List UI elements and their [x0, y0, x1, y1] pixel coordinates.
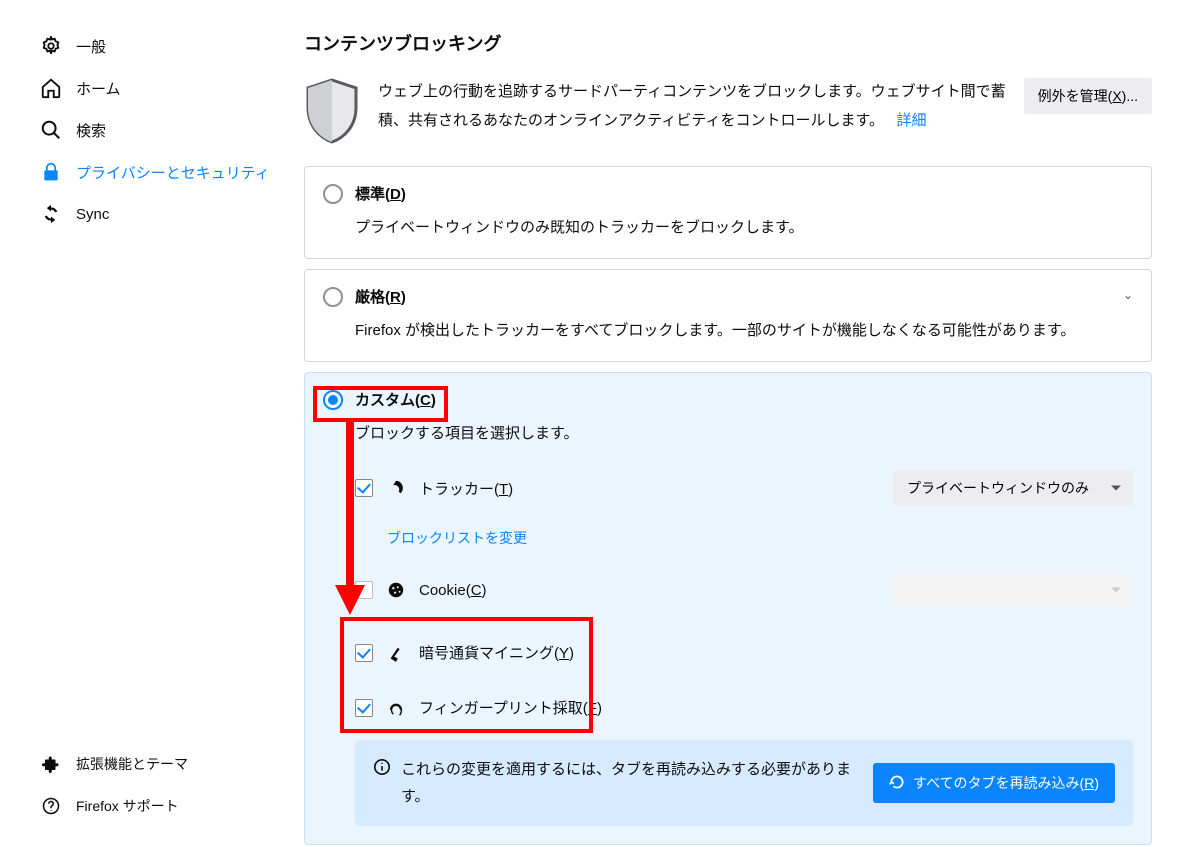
fingerprinting-label: フィンガープリント採取(F) — [419, 697, 602, 718]
sidebar-item-label: 検索 — [76, 120, 106, 141]
custom-panel: カスタム(C) ブロックする項目を選択します。 トラッカー(T) プライベートウ… — [304, 372, 1152, 845]
gear-icon — [40, 35, 62, 57]
cookies-label: Cookie(C) — [419, 582, 487, 599]
trackers-label: トラッカー(T) — [419, 478, 513, 499]
sidebar-item-label: Sync — [76, 206, 109, 223]
sidebar-item-label: ホーム — [76, 78, 121, 99]
chevron-down-icon: ⌄ — [1123, 288, 1133, 302]
change-blocklist-link[interactable]: ブロックリストを変更 — [387, 530, 527, 546]
sidebar-item-privacy[interactable]: プライバシーとセキュリティ — [40, 151, 280, 193]
sidebar-item-label: 拡張機能とテーマ — [76, 754, 188, 774]
checkbox-fingerprinting[interactable] — [355, 699, 373, 717]
sidebar-item-label: Firefox サポート — [76, 796, 179, 816]
help-icon — [40, 795, 62, 817]
cryptomining-label: 暗号通貨マイニング(Y) — [419, 642, 574, 663]
standard-title: 標準(D) — [355, 183, 406, 204]
shield-icon — [304, 78, 360, 144]
sidebar-item-general[interactable]: 一般 — [40, 25, 280, 67]
trackers-row: トラッカー(T) プライベートウィンドウのみ — [355, 460, 1133, 516]
reload-text: これらの変更を適用するには、タブを再読み込みする必要があります。 — [401, 756, 859, 810]
standard-desc: プライベートウィンドウのみ既知のトラッカーをブロックします。 — [355, 216, 1133, 240]
strict-title: 厳格(R) — [355, 286, 406, 307]
detail-link[interactable]: 詳細 — [896, 112, 926, 129]
reload-all-tabs-button[interactable]: すべてのタブを再読み込み(R) — [873, 763, 1115, 803]
sync-icon — [40, 203, 62, 225]
sidebar: 一般 ホーム 検索 プライバシーとセキュリティ — [0, 0, 280, 847]
checkbox-cookies[interactable] — [355, 581, 373, 599]
puzzle-icon — [40, 753, 62, 775]
sidebar-item-extensions[interactable]: 拡張機能とテーマ — [40, 743, 280, 785]
custom-title: カスタム(C) — [355, 389, 436, 410]
info-icon — [373, 758, 391, 785]
checkbox-cryptomining[interactable] — [355, 644, 373, 662]
sidebar-item-label: プライバシーとセキュリティ — [76, 162, 270, 183]
fingerprinting-row: フィンガープリント採取(F) — [355, 687, 1133, 728]
radio-custom[interactable] — [323, 390, 343, 410]
sidebar-item-home[interactable]: ホーム — [40, 67, 280, 109]
trackers-dropdown[interactable]: プライベートウィンドウのみ — [893, 470, 1133, 506]
reload-icon — [889, 774, 905, 793]
tracker-icon — [387, 479, 405, 497]
standard-panel[interactable]: 標準(D) プライベートウィンドウのみ既知のトラッカーをブロックします。 — [304, 166, 1152, 259]
custom-desc: ブロックする項目を選択します。 — [355, 422, 1133, 446]
lock-icon — [40, 161, 62, 183]
strict-panel[interactable]: ⌄ 厳格(R) Firefox が検出したトラッカーをすべてブロックします。一部… — [304, 269, 1152, 362]
fingerprint-icon — [387, 699, 405, 717]
cookies-row: Cookie(C) — [355, 564, 1133, 616]
manage-exceptions-button[interactable]: 例外を管理(X)... — [1024, 78, 1152, 114]
search-icon — [40, 119, 62, 141]
cookie-icon — [387, 581, 405, 599]
home-icon — [40, 77, 62, 99]
sidebar-item-support[interactable]: Firefox サポート — [40, 785, 280, 827]
intro-text: ウェブ上の行動を追跡するサードパーティコンテンツをブロックします。ウェブサイト間… — [378, 78, 1006, 135]
strict-desc: Firefox が検出したトラッカーをすべてブロックします。一部のサイトが機能し… — [355, 319, 1133, 343]
radio-standard[interactable] — [323, 184, 343, 204]
sidebar-item-search[interactable]: 検索 — [40, 109, 280, 151]
checkbox-trackers[interactable] — [355, 479, 373, 497]
sidebar-item-sync[interactable]: Sync — [40, 193, 280, 235]
sidebar-item-label: 一般 — [76, 36, 106, 57]
reload-notification: これらの変更を適用するには、タブを再読み込みする必要があります。 すべてのタブを… — [355, 740, 1133, 826]
main-content: コンテンツブロッキング ウェブ上の行動を追跡するサードパーティコンテンツをブロッ… — [280, 0, 1200, 847]
intro-block: ウェブ上の行動を追跡するサードパーティコンテンツをブロックします。ウェブサイト間… — [304, 78, 1152, 144]
cryptomining-icon — [387, 644, 405, 662]
section-title: コンテンツブロッキング — [304, 30, 1152, 56]
cookies-dropdown — [893, 574, 1133, 606]
radio-strict[interactable] — [323, 287, 343, 307]
cryptomining-row: 暗号通貨マイニング(Y) — [355, 632, 1133, 673]
